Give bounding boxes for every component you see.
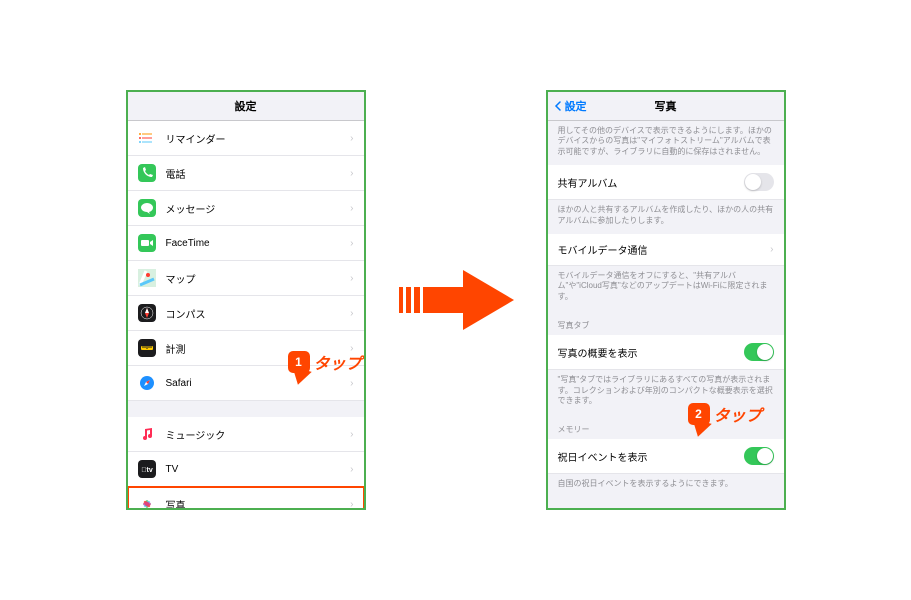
row-label: コンパス <box>166 306 351 321</box>
chevron-right-icon: › <box>350 133 353 144</box>
settings-row-music[interactable]: ミュージック › <box>128 417 364 452</box>
row-label: TV <box>166 464 351 475</box>
row-label: ミュージック <box>166 427 351 442</box>
chevron-right-icon: › <box>350 203 353 214</box>
callout-2-badge: 2 <box>688 403 710 425</box>
row-label: 写真 <box>166 497 351 509</box>
shared-album-note: ほかの人と共有するアルバムを作成したり、ほかの人の共有アルバムに参加したりします… <box>548 200 784 234</box>
svg-text:tv: tv <box>141 467 153 474</box>
tv-icon: tv <box>138 460 156 478</box>
chevron-right-icon: › <box>350 378 353 389</box>
settings-row-phone[interactable]: 電話 › <box>128 156 364 191</box>
callout-1-text: タップ <box>314 350 362 374</box>
settings-header: 設定 <box>128 92 364 121</box>
chevron-right-icon: › <box>770 244 773 255</box>
photos-settings-body[interactable]: 用してその他のデバイスで表示できるようにします。ほかのデバイスからの写真は"マイ… <box>548 121 784 508</box>
safari-icon <box>138 374 156 392</box>
row-label: FaceTime <box>166 238 351 249</box>
settings-screen: 設定 リマインダー › 電話 › メッセージ › FaceTime › マップ … <box>126 90 366 510</box>
settings-row-tv[interactable]: tv TV › <box>128 452 364 487</box>
shared-album-row[interactable]: 共有アルバム <box>548 165 784 200</box>
compass-icon <box>138 304 156 322</box>
chevron-right-icon: › <box>350 168 353 179</box>
settings-row-maps[interactable]: マップ › <box>128 261 364 296</box>
settings-row-messages[interactable]: メッセージ › <box>128 191 364 226</box>
callout-1-badge: 1 <box>288 351 310 373</box>
row-label: リマインダー <box>166 131 351 146</box>
holiday-events-toggle[interactable] <box>744 447 774 465</box>
settings-row-facetime[interactable]: FaceTime › <box>128 226 364 261</box>
tutorial-container: 設定 リマインダー › 電話 › メッセージ › FaceTime › マップ … <box>0 0 911 600</box>
chevron-right-icon: › <box>350 238 353 249</box>
callout-2: 2 タップ <box>688 402 762 426</box>
phone-icon <box>138 164 156 182</box>
row-label: メッセージ <box>166 201 351 216</box>
measure-icon <box>138 339 156 357</box>
holiday-events-row[interactable]: 祝日イベントを表示 <box>548 439 784 474</box>
row-label: 電話 <box>166 166 351 181</box>
settings-row-reminders[interactable]: リマインダー › <box>128 121 364 156</box>
callout-1: 1 タップ <box>288 350 362 374</box>
row-label: Safari <box>166 378 351 389</box>
photos-tab-header: 写真タブ <box>548 310 784 335</box>
settings-row-photos[interactable]: 写真 › <box>128 487 364 508</box>
holiday-events-note: 自国の祝日イベントを表示するようにできます。 <box>548 474 784 497</box>
maps-icon <box>138 269 156 287</box>
chevron-right-icon: › <box>350 499 353 509</box>
reminders-icon <box>138 129 156 147</box>
facetime-icon <box>138 234 156 252</box>
arrow-icon <box>396 265 516 335</box>
chevron-right-icon: › <box>350 273 353 284</box>
settings-row-compass[interactable]: コンパス › <box>128 296 364 331</box>
photos-title: 写真 <box>655 101 677 113</box>
chevron-right-icon: › <box>350 308 353 319</box>
chevron-right-icon: › <box>350 464 353 475</box>
messages-icon <box>138 199 156 217</box>
show-summary-row[interactable]: 写真の概要を表示 <box>548 335 784 370</box>
photos-settings-screen: 設定 写真 用してその他のデバイスで表示できるようにします。ほかのデバイスからの… <box>546 90 786 510</box>
music-icon <box>138 425 156 443</box>
settings-title: 設定 <box>235 101 257 113</box>
photos-icon <box>138 495 156 508</box>
transfer-header: MACまたはPCに転送 <box>548 498 784 508</box>
chevron-right-icon: › <box>350 429 353 440</box>
photos-header: 設定 写真 <box>548 92 784 121</box>
callout-2-text: タップ <box>714 402 762 426</box>
stream-note: 用してその他のデバイスで表示できるようにします。ほかのデバイスからの写真は"マイ… <box>548 121 784 165</box>
settings-list[interactable]: リマインダー › 電話 › メッセージ › FaceTime › マップ › コ… <box>128 121 364 508</box>
mobile-data-row[interactable]: モバイルデータ通信 › <box>548 234 784 266</box>
show-summary-toggle[interactable] <box>744 343 774 361</box>
back-button[interactable]: 設定 <box>554 98 587 114</box>
row-label: マップ <box>166 271 351 286</box>
mobile-data-note: モバイルデータ通信をオフにすると、"共有アルバム"や"iCloud写真"などのア… <box>548 266 784 310</box>
shared-album-toggle[interactable] <box>744 173 774 191</box>
